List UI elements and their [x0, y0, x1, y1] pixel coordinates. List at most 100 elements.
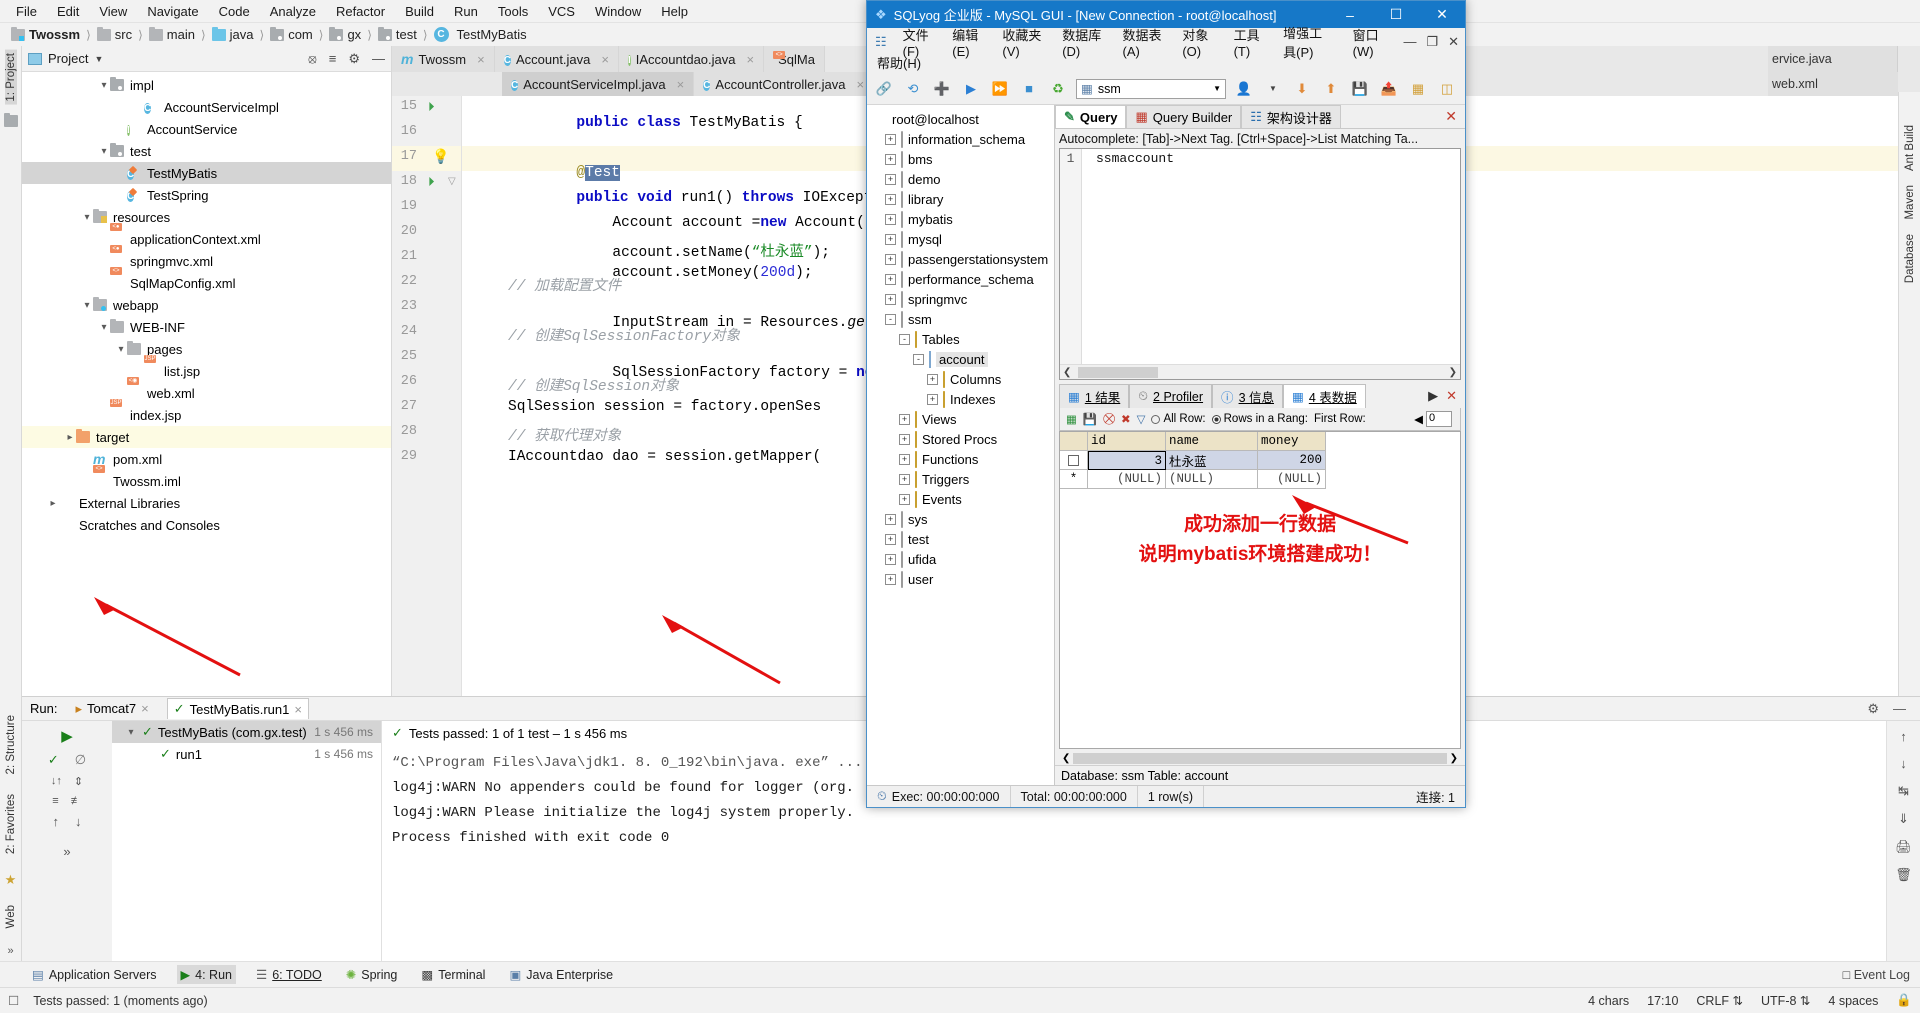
close-results-icon[interactable]: ✕ [1446, 388, 1457, 404]
toolwin-run[interactable]: ▶ 4: Run [177, 965, 236, 984]
editor-tab[interactable]: CAccountController.java× [694, 72, 874, 96]
project-tree-item[interactable]: ▾impl [22, 74, 391, 96]
tree-expander-icon[interactable]: + [899, 434, 910, 445]
tab-messages[interactable]: ⓘ 3 信息 [1212, 384, 1283, 408]
project-tree-item[interactable]: <>Twossm.iml [22, 470, 391, 492]
rail-tab-database[interactable]: Database [1904, 231, 1916, 286]
project-tree-item[interactable]: JSPlist.jsp [22, 360, 391, 382]
sql-editor-hscrollbar[interactable]: ❮ ❯ [1060, 364, 1460, 379]
tree-expander-icon[interactable]: + [927, 394, 938, 405]
tree-expander-icon[interactable]: + [885, 174, 896, 185]
sq-menu-edit[interactable]: 编辑(E) [950, 24, 986, 60]
grid-hscrollbar-thumb[interactable] [1073, 753, 1446, 764]
close-tab-icon[interactable]: ✕ [1437, 105, 1465, 128]
chevron-down-icon[interactable]: ▼ [1213, 84, 1221, 93]
hide-icon[interactable]: — [372, 51, 385, 66]
tree-expander-icon[interactable]: + [885, 134, 896, 145]
db-tree-item[interactable]: -Tables [867, 329, 1054, 349]
sort-duration-icon[interactable]: ⇕ [74, 775, 83, 788]
db-tree-item[interactable]: +Events [867, 489, 1054, 509]
bg-tab-service[interactable]: ervice.java [1768, 46, 1898, 72]
project-tree-item[interactable]: Scratches and Consoles [22, 514, 391, 536]
toolwin-spring[interactable]: ✺ Spring [342, 965, 402, 984]
breadcrumb-item-src[interactable]: src [94, 27, 135, 42]
mdi-minimize-icon[interactable]: — [1403, 34, 1416, 50]
radio-rows-in-range[interactable]: Rows in a Rang: [1212, 413, 1308, 425]
db-tree-item[interactable]: +information_schema [867, 129, 1054, 149]
user-manager-icon[interactable]: 👤 [1233, 78, 1255, 100]
tree-expander-icon[interactable]: + [899, 494, 910, 505]
db-tree-item[interactable]: -account [867, 349, 1054, 369]
db-tree-item[interactable]: +passengerstationsystem [867, 249, 1054, 269]
import-icon[interactable]: ⬇ [1291, 78, 1313, 100]
delete-row-icon[interactable]: ⛒ [1103, 413, 1115, 426]
grid-scroll-right-icon[interactable]: ❯ [1447, 753, 1461, 764]
menu-build[interactable]: Build [395, 2, 444, 21]
project-tree-item[interactable]: ▾WEB-INF [22, 316, 391, 338]
tree-expander-icon[interactable]: - [913, 354, 924, 365]
db-tree-item[interactable]: +library [867, 189, 1054, 209]
editor-tab[interactable]: mTwossm× [392, 46, 495, 72]
cell-id[interactable]: 3 [1088, 451, 1166, 470]
editor-tab[interactable]: <>SqlMa [764, 46, 825, 72]
expand-all-icon[interactable]: ≡ [52, 795, 58, 807]
breadcrumb-item-java[interactable]: java [209, 27, 257, 42]
tree-expander-icon[interactable]: + [885, 214, 896, 225]
tree-expander-icon[interactable]: ▸ [64, 432, 76, 443]
sq-menu-tools[interactable]: 工具(T) [1232, 24, 1268, 60]
db-tree-item[interactable]: +Stored Procs [867, 429, 1054, 449]
editor-tab[interactable]: IIAccountdao.java× [619, 46, 764, 72]
db-tree-item[interactable]: +user [867, 569, 1054, 589]
close-icon[interactable]: × [294, 702, 302, 717]
new-connection-icon[interactable]: 🔗 [873, 78, 895, 100]
sync-icon[interactable]: ♻ [1047, 78, 1069, 100]
menu-help[interactable]: Help [651, 2, 698, 21]
tree-expander-icon[interactable]: ▾ [81, 212, 93, 223]
sq-menu-table[interactable]: 数据表(A) [1121, 24, 1167, 60]
next-tabs-icon[interactable]: ▶ [1428, 388, 1438, 404]
tab-schema-designer[interactable]: ☷ 架构设计器 [1241, 105, 1341, 128]
test-results-tree[interactable]: ▾✓TestMyBatis (com.gx.test)1 s 456 ms✓ru… [112, 721, 382, 961]
db-tree-item[interactable]: +performance_schema [867, 269, 1054, 289]
tree-expander-icon[interactable]: + [899, 474, 910, 485]
menu-analyze[interactable]: Analyze [260, 2, 326, 21]
execute-all-icon[interactable]: ⏩ [989, 78, 1011, 100]
prev-page-icon[interactable]: ◀ [1414, 412, 1423, 426]
sq-menu-favorites[interactable]: 收藏夹(V) [1000, 24, 1046, 60]
gear-icon[interactable]: ⚙ [1867, 701, 1879, 717]
close-icon[interactable]: × [601, 52, 609, 67]
project-tree-item[interactable]: ▾test [22, 140, 391, 162]
status-encoding[interactable]: UTF-8 ⇅ [1761, 993, 1810, 1008]
test-tree-item[interactable]: ✓run11 s 456 ms [112, 743, 381, 765]
cell-id-null[interactable]: (NULL) [1088, 470, 1166, 489]
next-failed-icon[interactable]: ↓ [75, 814, 82, 829]
db-tree-item[interactable]: -ssm [867, 309, 1054, 329]
tab-query[interactable]: ✎ Query [1055, 105, 1126, 128]
rail-tab-web[interactable]: Web [5, 902, 17, 931]
prev-failed-icon[interactable]: ↑ [53, 814, 60, 829]
locate-icon[interactable]: ⦻ [308, 51, 317, 67]
menu-code[interactable]: Code [209, 2, 260, 21]
event-log-label[interactable]: □ Event Log [1843, 968, 1920, 982]
status-caret-position[interactable]: 17:10 [1647, 994, 1678, 1008]
status-indent[interactable]: 4 spaces [1828, 994, 1878, 1008]
project-tree-item[interactable]: <●springmvc.xml [22, 250, 391, 272]
sq-menu-database[interactable]: 数据库(D) [1060, 24, 1106, 60]
new-query-icon[interactable]: ➕ [931, 78, 953, 100]
tree-expander-icon[interactable]: + [885, 274, 896, 285]
print-icon[interactable]: 🖨 [1895, 839, 1912, 855]
more-options-icon[interactable]: » [63, 844, 70, 859]
db-tree-item[interactable]: +Columns [867, 369, 1054, 389]
run-test-gutter-icon[interactable]: ⏵ [428, 174, 435, 190]
sql-editor[interactable]: 1 ssmaccount ❮ ❯ [1059, 148, 1461, 380]
test-tree-item[interactable]: ▾✓TestMyBatis (com.gx.test)1 s 456 ms [112, 721, 381, 743]
db-tree-item[interactable]: +bms [867, 149, 1054, 169]
database-tree[interactable]: root@localhost+information_schema+bms+de… [867, 105, 1055, 785]
menu-run[interactable]: Run [444, 2, 488, 21]
menu-vcs[interactable]: VCS [538, 2, 585, 21]
menu-edit[interactable]: Edit [47, 2, 89, 21]
scroll-down-icon[interactable]: ↓ [1900, 756, 1907, 771]
project-tree-item[interactable]: ▾webapp [22, 294, 391, 316]
db-tree-item[interactable]: +Indexes [867, 389, 1054, 409]
tree-expander-icon[interactable]: ▸ [47, 498, 59, 509]
